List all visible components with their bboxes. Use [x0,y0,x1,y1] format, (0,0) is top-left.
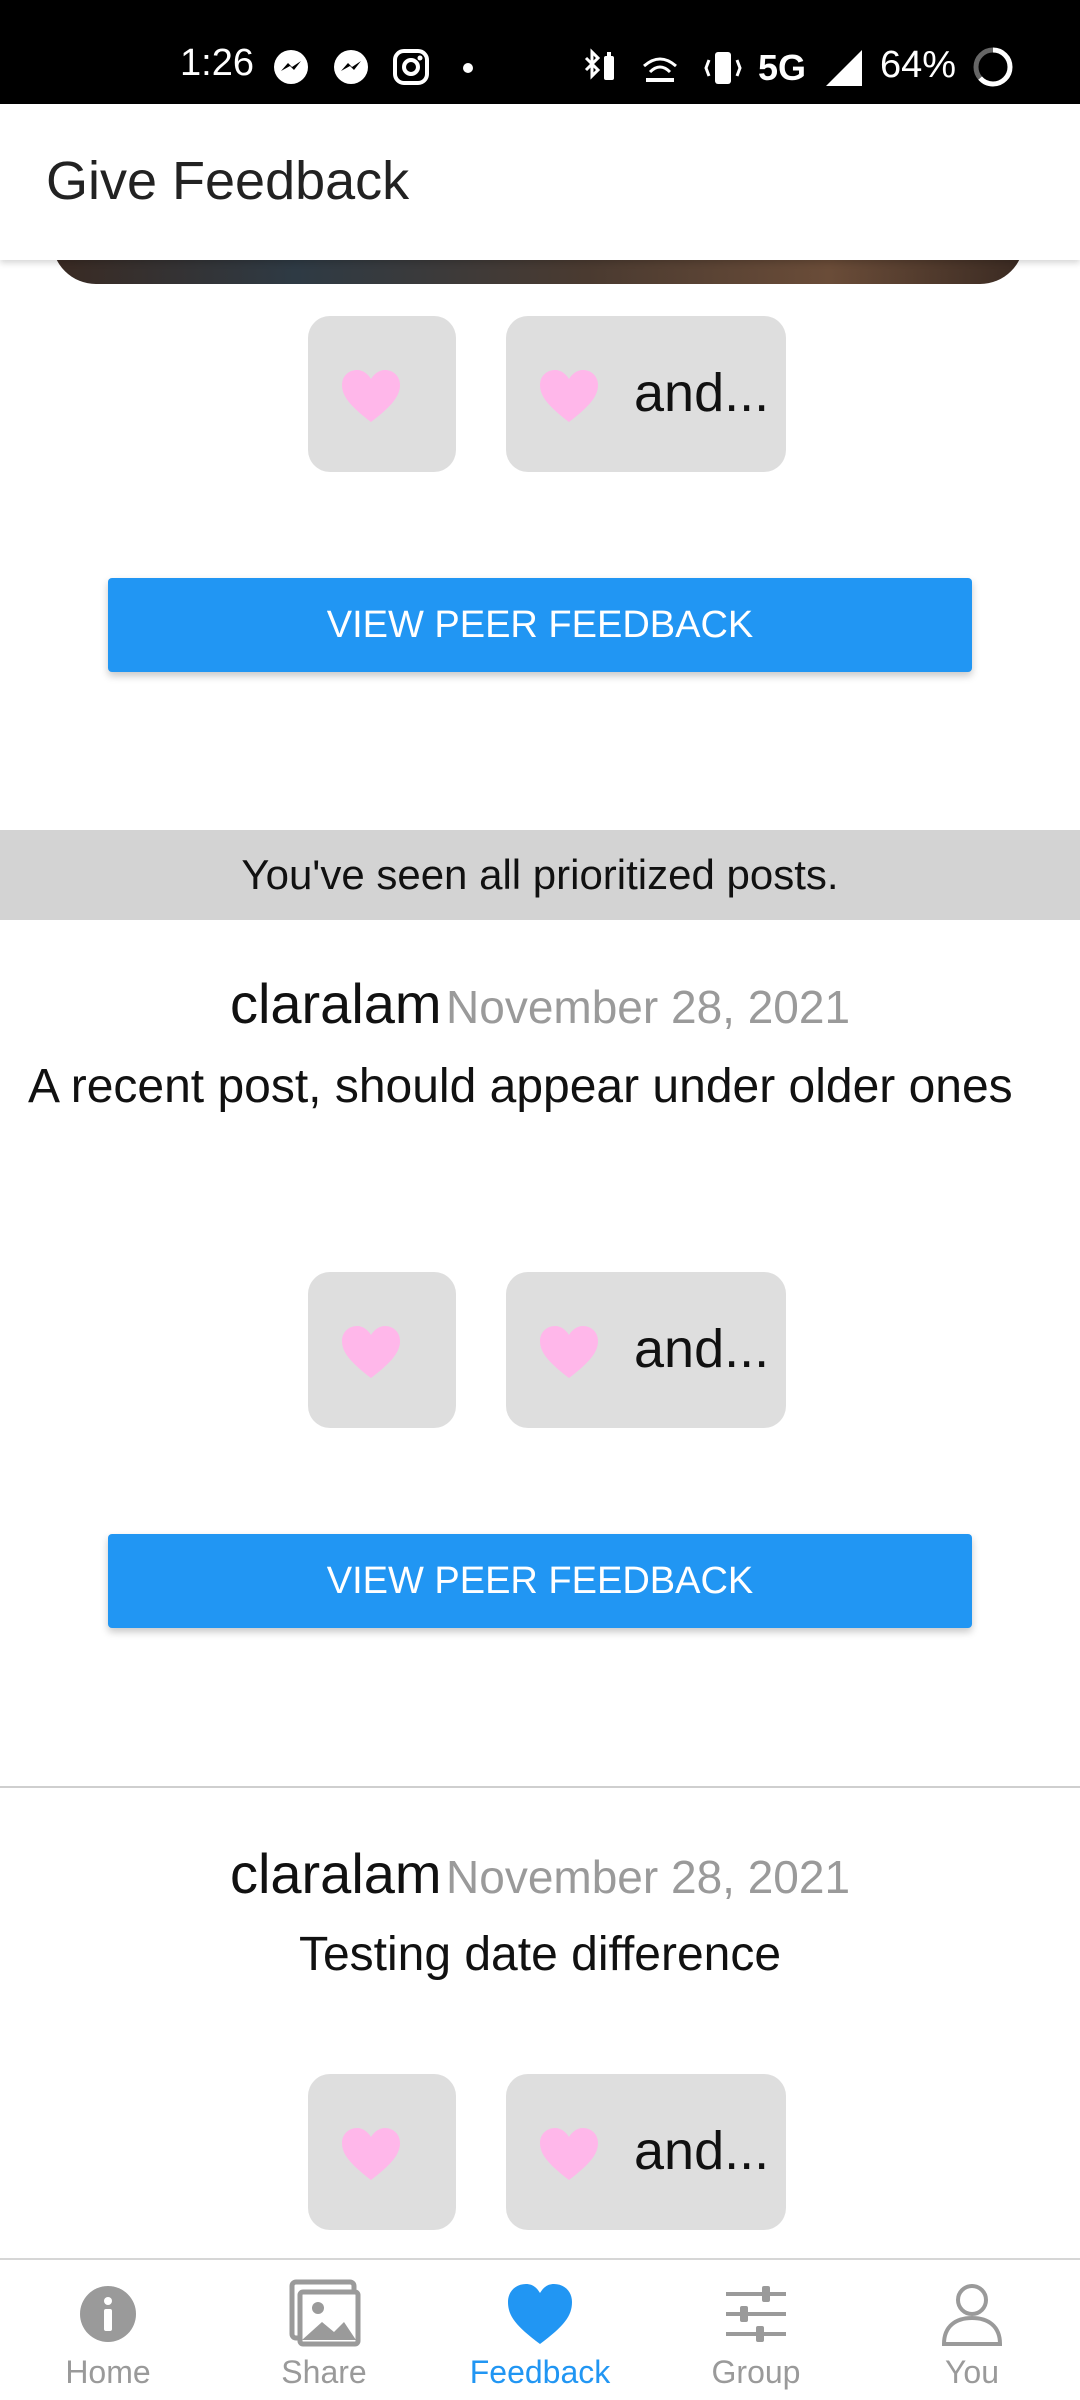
nav-feedback[interactable]: Feedback [432,2260,648,2400]
messenger-icon [334,50,368,84]
vibrate-icon [704,52,742,84]
post-header: claralam November 28, 2021 [0,1846,1080,1902]
post-image[interactable] [52,260,1024,284]
heart-reaction-button[interactable] [308,316,456,472]
notification-dot-icon [463,63,473,73]
heart-and-reaction-button[interactable]: and... [506,1272,786,1428]
post-author[interactable]: claralam [230,1842,442,1905]
heart-icon [540,370,598,422]
nav-you[interactable]: You [864,2260,1080,2400]
reaction-row: and... [0,2074,1080,2230]
post-date: November 28, 2021 [446,981,851,1033]
nav-group-label: Group [711,2354,801,2390]
heart-icon [540,1326,598,1378]
heart-icon [342,1326,400,1378]
heart-and-reaction-button[interactable]: and... [506,2074,786,2230]
reaction-more-label: and... [634,363,770,423]
reaction-row: and... [0,1272,1080,1428]
bluetooth-battery-icon [584,48,614,80]
heart-reaction-button[interactable] [308,2074,456,2230]
messenger-icon [274,50,308,84]
heart-icon [342,370,400,422]
person-icon [941,2284,1003,2346]
info-circle-icon [80,2286,136,2342]
reaction-row: and... [0,316,1080,472]
heart-reaction-button[interactable] [308,1272,456,1428]
post-header: claralam November 28, 2021 [0,976,1080,1032]
status-time: 1:26 [180,42,254,84]
page-title: Give Feedback [46,151,410,211]
nav-feedback-label: Feedback [469,2354,611,2390]
battery-ring-icon [973,47,1013,87]
wifi-hotspot-icon [643,57,677,82]
nav-home-label: Home [65,2354,151,2390]
nav-share[interactable]: Share [216,2260,432,2400]
post-text: A recent post, should appear under older… [28,1060,1013,1113]
view-peer-feedback-button[interactable]: VIEW PEER FEEDBACK [108,1534,972,1628]
image-icon [289,2279,361,2347]
feed[interactable]: and... VIEW PEER FEEDBACK You've seen al… [0,260,1080,2258]
bottom-nav: Home Share Feedback Group You [0,2258,1080,2400]
sliders-icon [726,2286,786,2342]
heart-icon [540,2128,598,2180]
battery-percent: 64% [880,44,957,86]
post-text: Testing date difference [298,1928,782,1981]
post-date: November 28, 2021 [446,1851,851,1903]
app-header: Give Feedback [0,104,1080,260]
status-bar: 1:26 5G 64% [0,0,1080,104]
nav-group[interactable]: Group [648,2260,864,2400]
nav-home[interactable]: Home [0,2260,216,2400]
post-divider [0,1786,1080,1788]
reaction-more-label: and... [634,1319,770,1379]
prioritized-banner: You've seen all prioritized posts. [0,830,1080,920]
view-peer-feedback-button[interactable]: VIEW PEER FEEDBACK [108,578,972,672]
nav-you-label: You [945,2354,999,2390]
heart-icon [508,2284,572,2344]
instagram-icon [393,49,429,85]
nav-share-label: Share [281,2354,367,2390]
post-author[interactable]: claralam [230,972,442,1035]
heart-icon [342,2128,400,2180]
reaction-more-label: and... [634,2121,770,2181]
signal-icon [826,50,862,86]
heart-and-reaction-button[interactable]: and... [506,316,786,472]
network-type: 5G [758,47,807,88]
